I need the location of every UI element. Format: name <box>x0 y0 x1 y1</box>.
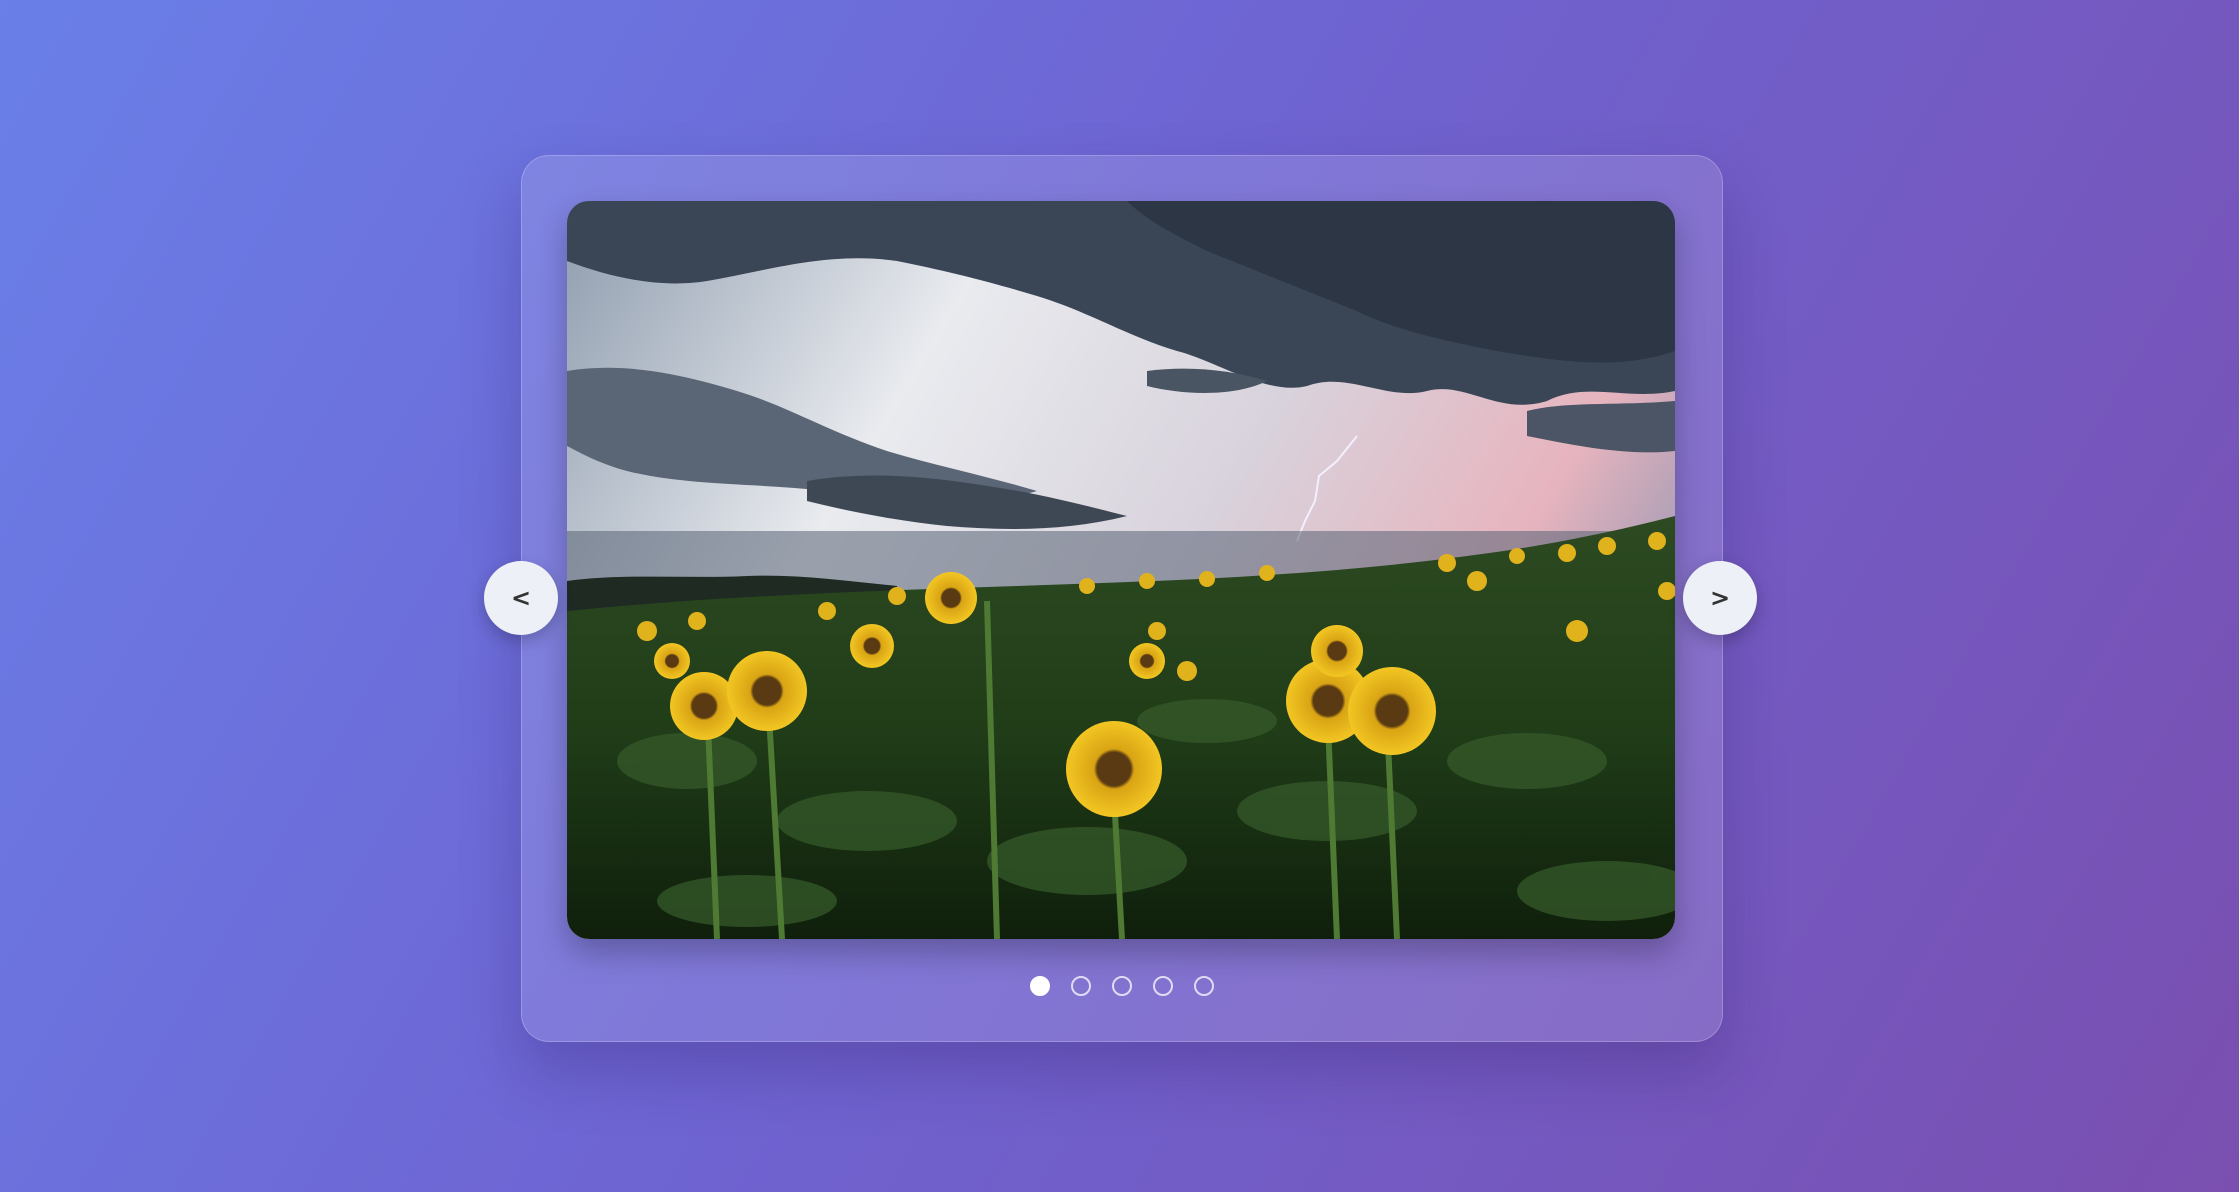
sunflower-storm-photo <box>567 201 1675 939</box>
carousel-container: < > <box>484 155 1757 1042</box>
chevron-right-icon: > <box>1709 584 1731 612</box>
slide-indicator-1[interactable] <box>1030 976 1050 996</box>
slide-indicators <box>522 976 1722 996</box>
previous-slide-button[interactable]: < <box>484 561 558 635</box>
next-slide-button[interactable]: > <box>1683 561 1757 635</box>
slide-indicator-3[interactable] <box>1112 976 1132 996</box>
chevron-left-icon: < <box>510 584 532 612</box>
slide-indicator-2[interactable] <box>1071 976 1091 996</box>
slide-image <box>567 201 1675 939</box>
slide-indicator-4[interactable] <box>1153 976 1173 996</box>
slide-indicator-5[interactable] <box>1194 976 1214 996</box>
